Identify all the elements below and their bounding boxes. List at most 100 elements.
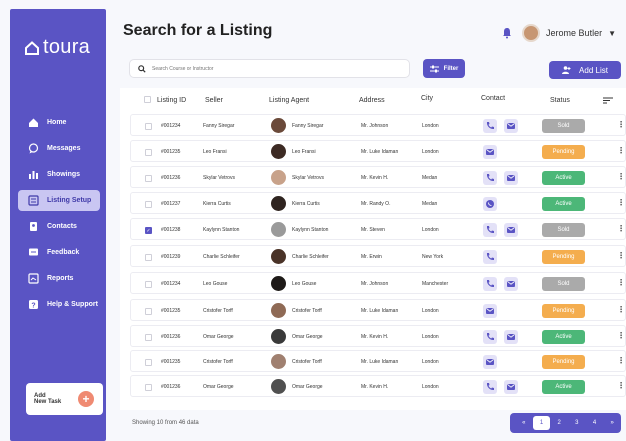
mail-icon[interactable] [504,277,518,291]
more-options-icon[interactable]: ⋮ [617,381,625,390]
col-listing-agent[interactable]: Listing Agent [269,97,309,104]
row-checkbox[interactable] [145,123,152,130]
col-status[interactable]: Status [550,97,570,104]
listing-id: #001236 [161,334,181,340]
address: Mr. Kevin H. [361,384,389,390]
mail-icon[interactable] [504,380,518,394]
city: London [422,227,439,233]
phone-icon[interactable] [483,250,497,264]
row-checkbox[interactable] [145,201,152,208]
col-address[interactable]: Address [359,97,385,104]
more-options-icon[interactable]: ⋮ [617,331,625,340]
table-row[interactable]: #001237 Kierra Curtis Kierra Curtis Mr. Ran… [130,192,626,214]
sidebar-item-contacts[interactable]: Contacts [18,216,100,237]
col-city[interactable]: City [421,95,433,102]
row-checkbox[interactable] [145,359,152,366]
seller-name: Charlie Schleifer [203,254,240,260]
sidebar-item-reports[interactable]: Reports [18,268,100,289]
seller-name: Leo Gouse [203,281,228,287]
table-row[interactable]: ✓ #001238 Kaylynn Stanton Kaylynn Stanton Mr… [130,218,626,240]
chevron-down-icon[interactable]: ▼ [608,29,616,38]
mail-icon[interactable] [483,145,497,159]
col-contact[interactable]: Contact [481,95,505,102]
col-seller[interactable]: Seller [205,97,223,104]
table-row[interactable]: #001235 Cristofer Torff Cristofer Torff Mr.… [130,299,626,321]
row-checkbox[interactable]: ✓ [145,227,152,234]
phone-icon[interactable] [483,277,497,291]
sidebar-item-help-support[interactable]: ? Help & Support [18,294,100,315]
row-checkbox[interactable] [145,254,152,261]
agent-avatar [271,379,286,394]
add-task-button[interactable]: Add New Task + [26,383,103,415]
table-row[interactable]: #001236 Omar George Omar George Mr. Kevin H… [130,325,626,347]
sidebar-item-label: Reports [47,275,74,282]
phone-icon[interactable] [483,223,497,237]
more-options-icon[interactable]: ⋮ [617,198,625,207]
table-row[interactable]: #001234 Leo Gouse Leo Gouse Mr. Johnson Manc… [130,272,626,294]
table-row[interactable]: #001236 Omar George Omar George Mr. Kevin H… [130,375,626,397]
phone-icon[interactable] [483,380,497,394]
bell-icon[interactable] [501,27,513,39]
seller-name: Cristofer Torff [203,308,233,314]
user-menu[interactable]: Jerome Butler ▼ [501,24,616,42]
mail-icon[interactable] [483,304,497,318]
more-options-icon[interactable]: ⋮ [617,172,625,181]
mail-icon[interactable] [504,223,518,237]
row-checkbox[interactable] [145,308,152,315]
brand-logo[interactable]: toura [24,36,90,59]
phone-icon[interactable] [483,171,497,185]
row-checkbox[interactable] [145,175,152,182]
app: toura Home Messages Showings Listing Setup C… [0,0,626,441]
mail-icon[interactable] [504,330,518,344]
search-input[interactable] [152,65,392,72]
more-options-icon[interactable]: ⋮ [617,305,625,314]
table-row[interactable]: #001236 Skylar Vetrovs Skylar Vetrovs Mr. K… [130,166,626,188]
more-options-icon[interactable]: ⋮ [617,356,625,365]
listing-id: #001238 [161,227,181,233]
table-row[interactable]: #001235 Cristofer Torff Cristofer Torff Mr.… [130,350,626,372]
more-options-icon[interactable]: ⋮ [617,146,625,155]
page-4-button[interactable]: 4 [586,416,604,430]
row-checkbox[interactable] [145,281,152,288]
more-options-icon[interactable]: ⋮ [617,251,625,260]
row-checkbox[interactable] [145,334,152,341]
more-options-icon[interactable]: ⋮ [617,120,625,129]
table-row[interactable]: #001239 Charlie Schleifer Charlie Schleife… [130,245,626,267]
sidebar-item-listing-setup[interactable]: Listing Setup [18,190,100,211]
sidebar-item-home[interactable]: Home [18,112,100,133]
user-avatar[interactable] [522,24,541,42]
prev-page-icon[interactable]: « [515,416,533,430]
table-row[interactable]: #001234 Fanny Siregar Fanny Siregar Mr. Joh… [130,114,626,136]
sidebar-item-messages[interactable]: Messages [18,138,100,159]
mail-icon[interactable] [483,355,497,369]
next-page-icon[interactable]: » [603,416,621,430]
pagination: «1 2 3 4» [510,413,621,433]
table-row[interactable]: #001235 Leo Fransi Leo Fransi Mr. Luke Idam… [130,140,626,162]
row-checkbox[interactable] [145,384,152,391]
select-all-checkbox[interactable] [144,96,151,103]
sidebar-item-showings[interactable]: Showings [18,164,100,185]
status-badge: Active [542,380,585,394]
mail-icon[interactable] [504,171,518,185]
add-list-button[interactable]: Add List [549,61,621,79]
page-2-button[interactable]: 2 [550,416,568,430]
mail-icon[interactable] [504,119,518,133]
col-listing-id[interactable]: Listing ID [157,97,186,104]
sidebar-item-feedback[interactable]: Feedback [18,242,100,263]
page-1-button[interactable]: 1 [532,416,551,430]
filter-button[interactable]: Filter [423,59,465,78]
address: Mr. Luke Idaman [361,308,399,314]
sort-icon[interactable] [603,97,613,104]
user-name[interactable]: Jerome Butler [546,28,602,38]
status-badge: Sold [542,119,585,133]
row-checkbox[interactable] [145,149,152,156]
phone-icon[interactable] [483,330,497,344]
page-3-button[interactable]: 3 [568,416,586,430]
seller-name: Omar George [203,384,234,390]
more-options-icon[interactable]: ⋮ [617,278,625,287]
more-options-icon[interactable]: ⋮ [617,224,625,233]
phone-icon[interactable] [483,119,497,133]
whatsapp-icon[interactable] [483,197,497,211]
plus-icon[interactable]: + [78,391,94,407]
search-bar[interactable] [129,59,410,78]
